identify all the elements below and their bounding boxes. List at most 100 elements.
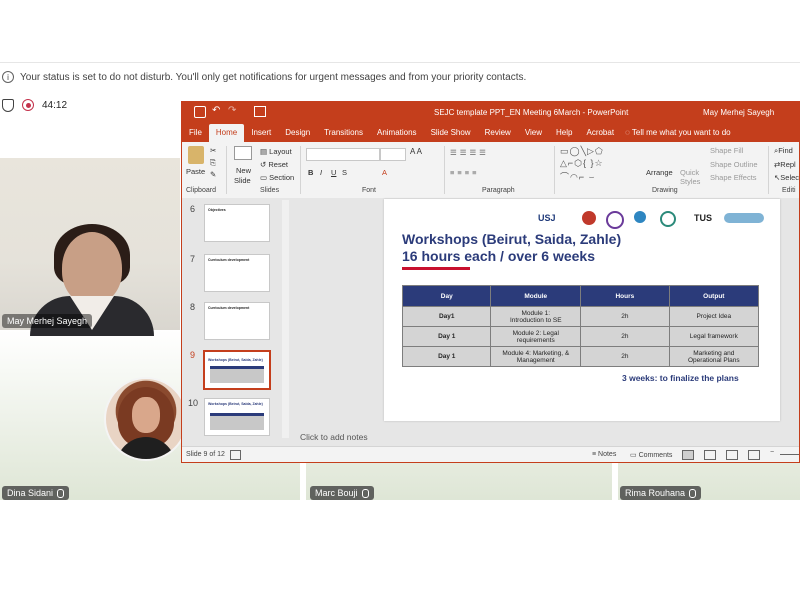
slide-thumbnail-6[interactable]: Objectives <box>204 204 270 242</box>
slide-thumbnail-8[interactable]: Curriculum development <box>204 302 270 340</box>
select-button[interactable]: ↖Selec <box>774 173 799 182</box>
thumb-title: Curriculum development <box>208 258 250 262</box>
undo-icon[interactable]: ↶ <box>212 105 220 116</box>
redo-icon[interactable]: ↷ <box>228 105 236 116</box>
shapes-gallery[interactable]: ▭◯╲▷⬠ <box>560 146 604 157</box>
tab-view[interactable]: View <box>518 124 549 142</box>
mic-icon <box>689 488 697 498</box>
align-icon[interactable]: ≡≡≡≡ <box>450 168 480 177</box>
find-button[interactable]: ⌕Find <box>774 146 793 156</box>
thumb-number: 10 <box>188 398 199 408</box>
table-header-row: Day Module Hours Output <box>401 285 760 307</box>
tab-slide-show[interactable]: Slide Show <box>424 124 478 142</box>
replace-label: Repl <box>780 160 796 169</box>
replace-button[interactable]: ⇄Repl <box>774 160 796 169</box>
accessibility-icon[interactable] <box>230 450 241 460</box>
table-header: Module <box>490 285 582 307</box>
shape-effects-button[interactable]: Shape Effects <box>710 173 757 182</box>
name-tag-rima: Rima Rouhana <box>620 486 702 500</box>
name-tag-marc: Marc Bouji <box>310 486 374 500</box>
new-slide-label-1[interactable]: New <box>236 166 251 175</box>
save-icon[interactable] <box>194 106 206 118</box>
present-icon[interactable] <box>254 106 266 117</box>
participant-name: Marc Bouji <box>315 488 358 498</box>
quick-styles-label-2[interactable]: Styles <box>680 177 700 186</box>
tab-acrobat[interactable]: Acrobat <box>579 124 621 142</box>
tab-review[interactable]: Review <box>478 124 518 142</box>
table-header: Hours <box>580 285 670 307</box>
paste-icon[interactable] <box>188 146 204 164</box>
cut-icon[interactable]: ✂ <box>210 146 216 155</box>
tab-animations[interactable]: Animations <box>370 124 424 142</box>
reading-view-icon[interactable] <box>726 450 738 460</box>
shadow-icon[interactable]: S <box>342 168 347 177</box>
font-size-select[interactable] <box>380 148 406 161</box>
tab-design[interactable]: Design <box>278 124 317 142</box>
slide-thumbnail-10[interactable]: Workshops (Beirut, Saida, Zahle) <box>204 398 270 436</box>
comments-button[interactable]: ▭ Comments <box>630 451 672 459</box>
thumbnail-scrollbar[interactable] <box>282 200 289 438</box>
notes-pane[interactable]: Click to add notes <box>300 432 368 442</box>
tab-transitions[interactable]: Transitions <box>317 124 370 142</box>
thumb-title: Workshops (Beirut, Saida, Zahle) <box>208 358 263 362</box>
select-label: Selec <box>780 173 800 182</box>
new-slide-label-2[interactable]: Slide <box>234 176 251 185</box>
layout-button[interactable]: ▤ Layout <box>260 147 292 156</box>
arrange-button[interactable]: Arrange <box>646 168 673 177</box>
table-cell: 2h <box>580 306 670 327</box>
logo-mark <box>634 211 646 223</box>
section-button[interactable]: ▭ Section <box>260 173 294 182</box>
table-cell: Marketing and Operational Plans <box>668 346 760 367</box>
slideshow-icon[interactable] <box>748 450 760 460</box>
thumb-table <box>210 366 264 383</box>
ribbon-divider <box>768 146 769 194</box>
shape-outline-button[interactable]: Shape Outline <box>710 160 758 169</box>
shape-fill-button[interactable]: Shape Fill <box>710 146 743 155</box>
zoom-slider[interactable] <box>780 454 799 455</box>
mic-icon <box>361 488 369 498</box>
format-painter-icon[interactable]: ✎ <box>210 170 216 179</box>
recording-icon <box>22 99 34 111</box>
normal-view-icon[interactable] <box>682 450 694 460</box>
table-cell: Module 2: Legal requirements <box>490 326 582 347</box>
paste-button[interactable]: Paste <box>186 167 205 176</box>
new-slide-icon[interactable] <box>234 146 252 160</box>
shapes-gallery-row2[interactable]: △⌐⬡{ }☆ <box>560 158 604 169</box>
window-title: SEJC template PPT_EN Meeting 6March - Po… <box>434 108 629 117</box>
avatar-face <box>132 397 160 433</box>
ribbon-divider <box>444 146 445 194</box>
tab-insert[interactable]: Insert <box>244 124 278 142</box>
current-slide[interactable]: USJ TUS Workshops (Beirut, Saida, Zahle)… <box>384 199 780 421</box>
name-tag-may: May Merhej Sayegh <box>2 314 93 328</box>
underline-icon[interactable]: U <box>331 168 336 177</box>
info-icon: i <box>2 71 14 83</box>
grow-font-icon[interactable]: A A <box>410 147 422 156</box>
font-color-icon[interactable]: A <box>382 168 387 177</box>
layout-label: Layout <box>269 147 292 156</box>
bullets-icon[interactable]: ☰☰☰☰ <box>450 148 489 157</box>
thumb-number: 6 <box>190 204 196 214</box>
tab-help[interactable]: Help <box>549 124 579 142</box>
table-row: Day 1 Module 2: Legal requirements 2h Le… <box>401 326 760 347</box>
slide-thumbnail-7[interactable]: Curriculum development <box>204 254 270 292</box>
powerpoint-window: ↶ ↷ SEJC template PPT_EN Meeting 6March … <box>181 101 800 463</box>
video-tile-may[interactable] <box>0 158 180 336</box>
slide-thumbnail-9[interactable]: Workshops (Beirut, Saida, Zahle) <box>203 350 271 390</box>
font-name-select[interactable] <box>306 148 380 161</box>
notes-button[interactable]: ≡ Notes <box>592 451 616 458</box>
slide-sorter-icon[interactable] <box>704 450 716 460</box>
reset-button[interactable]: ↺ Reset <box>260 160 288 169</box>
ribbon: Paste ✂ ⎘ ✎ Clipboard New Slide ▤ Layout… <box>182 142 799 199</box>
participant-face <box>62 232 122 304</box>
italic-icon[interactable]: I <box>320 168 322 177</box>
copy-icon[interactable]: ⎘ <box>210 158 216 168</box>
tell-me-search[interactable]: ◌ Tell me what you want to do <box>621 124 738 142</box>
zoom-out-icon[interactable]: − <box>770 449 774 456</box>
user-name[interactable]: May Merhej Sayegh <box>703 108 774 117</box>
tab-home[interactable]: Home <box>208 124 245 142</box>
bold-icon[interactable]: B <box>308 168 313 177</box>
quick-styles-label-1[interactable]: Quick <box>680 168 699 177</box>
table-cell: 2h <box>580 346 670 367</box>
shapes-gallery-row3[interactable]: ⌒◠⌐ ⌣ <box>560 170 596 183</box>
tab-file[interactable]: File <box>182 124 209 142</box>
